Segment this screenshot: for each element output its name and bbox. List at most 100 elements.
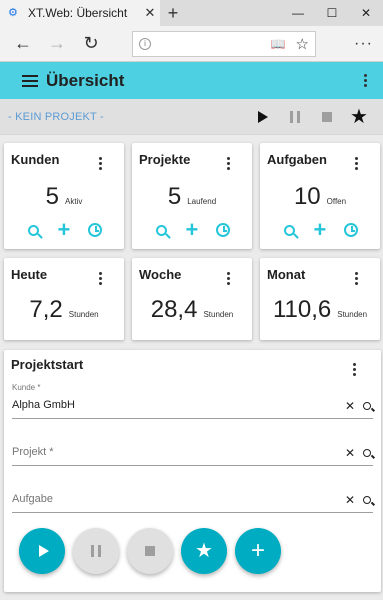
metric-value: 5 [45,183,59,210]
star-icon: ★ [195,540,213,562]
reload-icon[interactable]: ↻ [74,29,108,59]
card-more-icon[interactable] [220,272,236,285]
add-icon[interactable]: + [181,219,203,241]
search-icon[interactable] [278,219,300,241]
star-icon: ★ [350,105,368,128]
metric-value: 7,2 [29,296,63,323]
pause-icon [290,110,300,123]
app-more-icon[interactable] [357,74,373,87]
maximize-icon[interactable]: ☐ [315,0,349,26]
card-title: Heute [11,267,48,282]
card-more-icon[interactable] [92,157,108,170]
browser-tab[interactable]: ⚙ XT.Web: Übersicht ✕ [0,0,160,26]
new-tab-button[interactable]: + [160,0,186,26]
tab-close-icon[interactable]: ✕ [140,5,160,21]
history-icon[interactable] [84,219,106,241]
add-icon[interactable]: + [53,219,75,241]
kunde-value[interactable]: Alpha GmbH [12,399,75,411]
metric-unit: Stunden [68,310,99,319]
card-more-icon[interactable] [220,157,236,170]
project-strip: - KEIN PROJEKT - ★ [0,99,383,135]
back-icon[interactable]: ← [6,29,40,59]
clear-icon[interactable]: ✕ [345,493,355,507]
search-icon[interactable] [363,449,371,457]
plus-icon: + [250,537,265,564]
card-more-icon[interactable] [348,157,364,170]
search-icon[interactable] [363,402,371,410]
add-fab-button[interactable]: + [235,528,281,574]
card-metric: 5 Laufend [132,183,252,211]
current-project-label[interactable]: - KEIN PROJEKT - [8,111,247,123]
favorite-button[interactable]: ★ [343,102,375,132]
app-bar: Übersicht [0,62,383,99]
card-title: Monat [267,267,306,282]
kunde-field[interactable]: Kunde * Alpha GmbH ✕ [12,383,373,419]
projektstart-title: Projektstart [11,357,84,372]
favorite-star-icon[interactable]: ☆ [296,35,309,53]
projekt-placeholder[interactable]: Projekt * [12,446,54,458]
aufgabe-placeholder[interactable]: Aufgabe [12,493,53,505]
start-fab-button[interactable] [19,528,65,574]
pause-button[interactable] [279,102,311,132]
card-metric: 110,6 Stunden [260,296,380,324]
card-heute: Heute 7,2 Stunden [4,258,124,340]
history-icon[interactable] [212,219,234,241]
minimize-icon[interactable]: — [281,0,315,26]
pause-icon [91,545,101,557]
metric-value: 5 [167,183,182,210]
metric-unit: Laufend [187,197,217,206]
card-metric: 10 Offen [260,183,380,211]
card-more-icon[interactable] [92,272,108,285]
metric-unit: Stunden [337,310,368,319]
card-projekte: Projekte 5 Laufend + [132,143,252,249]
address-bar[interactable]: i 📖 ☆ [132,30,316,57]
favorite-fab-button[interactable]: ★ [181,528,227,574]
menu-icon[interactable] [22,74,38,87]
stop-icon [322,111,332,122]
stop-button[interactable] [311,102,343,132]
card-title: Aufgaben [267,152,327,167]
page-favicon-icon: ⚙ [8,7,18,19]
card-actions: + [4,219,124,241]
card-metric: 5 Aktiv [4,183,124,211]
window-close-icon[interactable]: ✕ [349,0,383,26]
card-more-icon[interactable] [348,272,364,285]
browser-menu-icon[interactable]: ··· [354,35,377,53]
pause-fab-button[interactable] [73,528,119,574]
add-icon[interactable]: + [309,219,331,241]
metric-value: 28,4 [150,296,198,323]
stop-icon [145,546,155,556]
projekt-field[interactable]: Projekt * ✕ [12,442,373,466]
clear-icon[interactable]: ✕ [345,399,355,413]
forward-icon[interactable]: → [40,29,74,59]
reading-view-icon[interactable]: 📖 [271,37,286,51]
card-monat: Monat 110,6 Stunden [260,258,380,340]
play-icon [38,545,49,557]
aufgabe-field[interactable]: Aufgabe ✕ [12,489,373,513]
site-info-icon[interactable]: i [139,37,151,50]
play-icon [258,110,268,123]
metric-unit: Stunden [203,310,234,319]
card-title: Woche [139,267,182,282]
window-controls: — ☐ ✕ [281,0,383,26]
metric-unit: Offen [326,197,347,206]
card-woche: Woche 28,4 Stunden [132,258,252,340]
stop-fab-button[interactable] [127,528,173,574]
kunde-label: Kunde * [12,383,41,392]
card-metric: 28,4 Stunden [132,296,252,324]
search-icon[interactable] [150,219,172,241]
history-icon[interactable] [340,219,362,241]
card-title: Projekte [139,152,191,167]
metric-unit: Aktiv [65,197,83,206]
card-aufgaben: Aufgaben 10 Offen + [260,143,380,249]
search-icon[interactable] [22,219,44,241]
card-actions: + [132,219,252,241]
tab-title: XT.Web: Übersicht [28,6,128,20]
projektstart-more-icon[interactable] [346,363,362,376]
search-icon[interactable] [363,496,371,504]
card-title: Kunden [11,152,60,167]
card-kunden: Kunden 5 Aktiv + [4,143,124,249]
clear-icon[interactable]: ✕ [345,446,355,460]
play-button[interactable] [247,102,279,132]
page-title: Übersicht [46,70,125,90]
